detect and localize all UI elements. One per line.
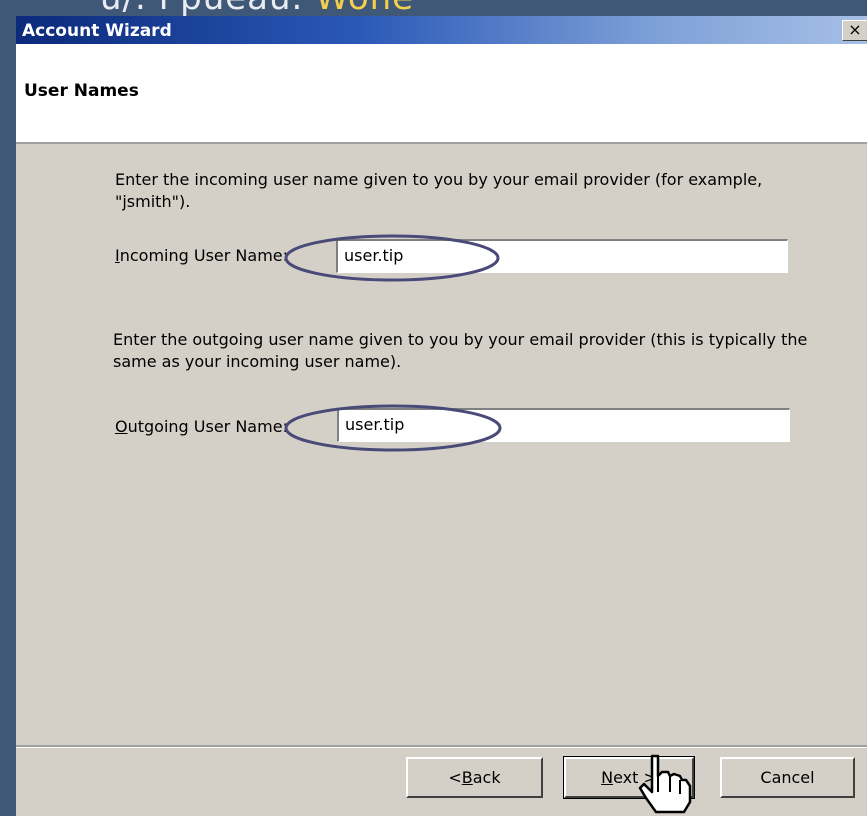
hand-pointer-icon <box>638 754 692 814</box>
outgoing-user-name-input[interactable]: user.tip <box>337 408 790 442</box>
incoming-user-name-input[interactable]: user.tip <box>336 239 788 273</box>
wizard-header: User Names <box>16 44 867 144</box>
background-caption: u/. Ppueau. Wone <box>0 0 867 16</box>
background-caption-text: u/. Ppueau. Wone <box>100 0 414 16</box>
outgoing-user-name-label: Outgoing User Name: <box>115 417 288 436</box>
next-mnemonic: N <box>601 768 614 787</box>
outgoing-label-mnemonic: O <box>115 417 128 436</box>
cancel-button[interactable]: Cancel <box>720 757 855 798</box>
cancel-label: Cancel <box>760 768 815 787</box>
outgoing-label-text: utgoing User Name: <box>127 417 288 436</box>
back-label: ack <box>472 768 501 787</box>
caption-accent: Wone <box>315 0 414 16</box>
title-bar[interactable]: Account Wizard × <box>16 16 867 44</box>
desktop-edge <box>0 16 16 816</box>
incoming-user-name-label: Incoming User Name: <box>115 246 288 265</box>
footer-separator <box>16 745 867 748</box>
incoming-instruction: Enter the incoming user name given to yo… <box>115 170 763 211</box>
back-prefix: < <box>448 768 462 787</box>
back-mnemonic: B <box>461 768 473 787</box>
incoming-label-text: ncoming User Name: <box>119 246 289 265</box>
page-title: User Names <box>24 81 139 101</box>
close-icon: × <box>848 20 862 39</box>
back-button[interactable]: < Back <box>406 757 543 798</box>
window-title: Account Wizard <box>22 21 172 41</box>
account-wizard-dialog: Account Wizard × User Names Enter the in… <box>16 16 867 816</box>
close-button[interactable]: × <box>842 20 867 41</box>
caption-prefix: u/. Ppueau. <box>100 0 303 16</box>
outgoing-instruction: Enter the outgoing user name given to yo… <box>113 330 808 371</box>
